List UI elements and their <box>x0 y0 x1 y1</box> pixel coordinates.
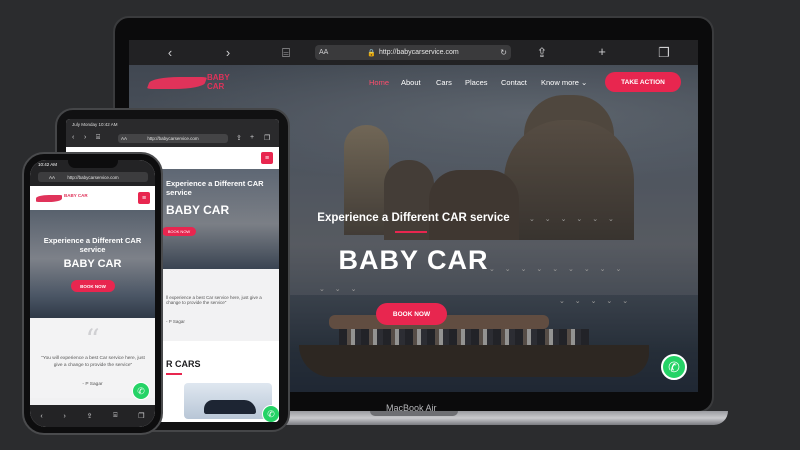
nav-home[interactable]: Home <box>369 78 389 87</box>
phone-hero-title: BABY CAR <box>63 258 122 270</box>
tablet-address-bar[interactable]: AA http://babycarservice.com <box>118 134 228 143</box>
take-action-button[interactable]: TAKE ACTION <box>605 72 681 92</box>
laptop-brand-label: MacBook Air <box>386 403 437 413</box>
tabs-icon[interactable]: ❐ <box>138 412 144 420</box>
quote-icon: “ <box>85 323 100 356</box>
phone-status-time: 10:42 AM <box>38 162 58 167</box>
book-icon[interactable]: ⌸ <box>275 45 297 61</box>
phone-address-bar[interactable]: AA http://babycarservice.com <box>38 172 148 182</box>
chevron-left-icon[interactable]: ‹ <box>72 134 74 141</box>
phone-notch <box>68 160 118 168</box>
book-now-button[interactable]: BOOK NOW <box>376 303 447 325</box>
phone-bottom-toolbar: ‹ › ⇪ ⌸ ❐ <box>30 405 155 427</box>
nav-know-more[interactable]: Know more ⌄ <box>541 78 587 87</box>
chevron-right-icon[interactable]: › <box>64 413 66 420</box>
nav-contact[interactable]: Contact <box>501 78 527 87</box>
tablet-status-bar: July Monday 10:42 AM <box>66 119 279 131</box>
tablet-reader-aa[interactable]: AA <box>121 136 127 141</box>
phone-hero-subtitle: Experience a Different CAR service <box>43 236 142 254</box>
reload-icon[interactable]: ↻ <box>500 48 507 57</box>
url-text: http://babycarservice.com <box>378 49 459 56</box>
hamburger-icon[interactable]: ≡ <box>138 192 150 204</box>
chevron-left-icon[interactable]: ‹ <box>159 45 181 60</box>
phone-site-logo[interactable] <box>36 195 62 202</box>
nav-about[interactable]: About <box>401 78 421 87</box>
site-logo[interactable]: BABY CAR <box>146 73 249 91</box>
share-icon[interactable]: ⇪ <box>87 412 93 420</box>
whatsapp-icon[interactable]: ✆ <box>661 354 687 380</box>
tablet-testimonial-author: - P Sagar <box>166 319 185 324</box>
phone-reader-aa[interactable]: AA <box>49 175 55 180</box>
car-image <box>204 400 256 414</box>
hamburger-icon[interactable]: ≡ <box>261 152 273 164</box>
book-icon[interactable]: ⌸ <box>113 412 117 420</box>
chevron-down-icon: ⌄ <box>581 78 588 87</box>
address-bar[interactable]: AA 🔒 http://babycarservice.com ↻ <box>315 45 511 60</box>
tablet-book-now-button[interactable]: BOOK NOW <box>162 227 196 236</box>
chevron-right-icon[interactable]: › <box>84 134 86 141</box>
phone-url-text: http://babycarservice.com <box>67 174 119 180</box>
reader-aa-button[interactable]: AA <box>319 49 328 56</box>
whatsapp-icon[interactable]: ✆ <box>132 382 150 400</box>
plus-icon[interactable]: + <box>250 134 254 141</box>
nav-places[interactable]: Places <box>465 78 488 87</box>
share-icon[interactable]: ⇪ <box>236 134 242 142</box>
phone-testimonial-text: "You will experience a best Car service … <box>41 356 145 368</box>
chevron-right-icon[interactable]: › <box>217 45 239 60</box>
whatsapp-icon[interactable]: ✆ <box>262 405 279 422</box>
tablet-testimonial-text: ll experience a best Car service here, j… <box>166 295 262 305</box>
phone-logo-text: BABY CAR <box>64 193 88 198</box>
logo-swoosh <box>146 77 208 89</box>
tabs-icon[interactable]: ❐ <box>653 45 675 61</box>
chevron-left-icon[interactable]: ‹ <box>40 413 42 420</box>
hero-divider <box>395 231 427 233</box>
laptop-browser-toolbar: ‹ › ⌸ AA 🔒 http://babycarservice.com ↻ ⇪… <box>129 40 698 65</box>
phone-book-now-button[interactable]: BOOK NOW <box>71 280 115 292</box>
lock-icon: 🔒 <box>367 49 376 57</box>
logo-text: BABY CAR <box>207 73 230 91</box>
site-navbar: BABY CAR Home About Cars Places Contact … <box>129 65 698 95</box>
tablet-cars-heading: R CARS <box>166 359 201 369</box>
book-icon[interactable]: ⌸ <box>96 134 100 142</box>
share-icon[interactable]: ⇪ <box>531 45 553 61</box>
nav-cars[interactable]: Cars <box>436 78 452 87</box>
tablet-url-text: http://babycarservice.com <box>147 136 199 141</box>
tabs-icon[interactable]: ❐ <box>264 134 270 142</box>
tablet-hero-subtitle: Experience a Different CAR service <box>166 179 264 197</box>
plus-icon[interactable]: + <box>591 44 613 59</box>
tablet-hero-title: BABY CAR <box>166 203 230 217</box>
phone-device: 10:42 AM AA http://babycarservice.com BA… <box>22 152 163 435</box>
phone-screen: 10:42 AM AA http://babycarservice.com BA… <box>30 160 155 427</box>
